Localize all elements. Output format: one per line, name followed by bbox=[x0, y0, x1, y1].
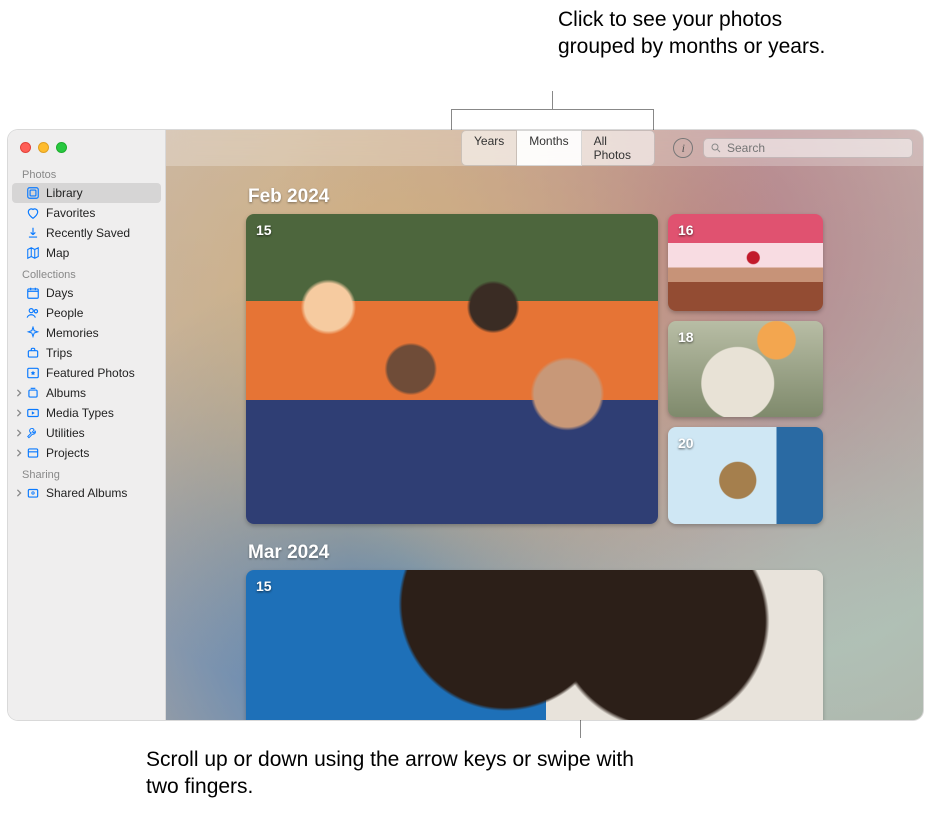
search-icon bbox=[710, 142, 722, 154]
sidebar-item-label: Library bbox=[46, 186, 83, 200]
people-icon bbox=[26, 306, 40, 320]
sidebar-item-label: Days bbox=[46, 286, 73, 300]
sidebar-item-favorites[interactable]: Favorites bbox=[12, 203, 161, 223]
sidebar-item-people[interactable]: People bbox=[12, 303, 161, 323]
segment-months[interactable]: Months bbox=[517, 130, 581, 166]
shared-albums-icon bbox=[26, 486, 40, 500]
sidebar-item-label: Favorites bbox=[46, 206, 95, 220]
toolbar: Years Months All Photos i bbox=[166, 130, 923, 166]
albums-icon bbox=[26, 386, 40, 400]
sidebar-header-sharing: Sharing bbox=[8, 463, 165, 483]
sidebar-item-label: Projects bbox=[46, 446, 89, 460]
sidebar-item-label: Memories bbox=[46, 326, 99, 340]
sidebar-item-label: Utilities bbox=[46, 426, 85, 440]
minimize-button[interactable] bbox=[38, 142, 49, 153]
segment-years[interactable]: Years bbox=[461, 130, 517, 166]
search-field[interactable] bbox=[703, 138, 913, 158]
day-badge: 20 bbox=[678, 435, 694, 451]
sidebar-item-projects[interactable]: Projects bbox=[12, 443, 161, 463]
photos-window: Photos Library Favorites Recently Saved bbox=[8, 130, 923, 720]
sidebar: Photos Library Favorites Recently Saved bbox=[8, 130, 166, 720]
sidebar-item-featured-photos[interactable]: Featured Photos bbox=[12, 363, 161, 383]
segment-all-photos[interactable]: All Photos bbox=[582, 130, 656, 166]
callout-line bbox=[451, 109, 654, 110]
sidebar-item-utilities[interactable]: Utilities bbox=[12, 423, 161, 443]
sidebar-item-media-types[interactable]: Media Types bbox=[12, 403, 161, 423]
sidebar-item-memories[interactable]: Memories bbox=[12, 323, 161, 343]
info-button[interactable]: i bbox=[673, 138, 693, 158]
sidebar-item-label: Recently Saved bbox=[46, 226, 130, 240]
close-button[interactable] bbox=[20, 142, 31, 153]
suitcase-icon bbox=[26, 346, 40, 360]
callout-line bbox=[653, 109, 654, 130]
sidebar-item-days[interactable]: Days bbox=[12, 283, 161, 303]
chevron-right-icon bbox=[14, 388, 24, 398]
main-content: Years Months All Photos i Feb 2024 15 bbox=[166, 130, 923, 720]
download-icon bbox=[26, 226, 40, 240]
sidebar-item-map[interactable]: Map bbox=[12, 243, 161, 263]
month-heading: Feb 2024 bbox=[248, 186, 843, 208]
day-badge: 15 bbox=[256, 578, 272, 594]
sidebar-header-photos: Photos bbox=[8, 163, 165, 183]
sidebar-item-label: Media Types bbox=[46, 406, 114, 420]
sidebar-item-label: Shared Albums bbox=[46, 486, 127, 500]
media-types-icon bbox=[26, 406, 40, 420]
photo-tile[interactable]: 15 bbox=[246, 570, 823, 720]
sidebar-item-trips[interactable]: Trips bbox=[12, 343, 161, 363]
star-rect-icon bbox=[26, 366, 40, 380]
callout-line bbox=[552, 91, 553, 109]
sidebar-item-label: People bbox=[46, 306, 83, 320]
sidebar-item-label: Trips bbox=[46, 346, 72, 360]
search-input[interactable] bbox=[727, 141, 906, 155]
callout-top: Click to see your photos grouped by mont… bbox=[558, 6, 848, 61]
month-heading: Mar 2024 bbox=[248, 542, 843, 564]
sparkle-icon bbox=[26, 326, 40, 340]
map-icon bbox=[26, 246, 40, 260]
day-badge: 15 bbox=[256, 222, 272, 238]
sidebar-item-library[interactable]: Library bbox=[12, 183, 161, 203]
sidebar-item-shared-albums[interactable]: Shared Albums bbox=[12, 483, 161, 503]
wrench-icon bbox=[26, 426, 40, 440]
sidebar-item-albums[interactable]: Albums bbox=[12, 383, 161, 403]
heart-icon bbox=[26, 206, 40, 220]
callout-bottom: Scroll up or down using the arrow keys o… bbox=[146, 746, 646, 801]
calendar-icon bbox=[26, 286, 40, 300]
day-badge: 18 bbox=[678, 329, 694, 345]
library-icon bbox=[26, 186, 40, 200]
window-controls bbox=[8, 136, 165, 163]
callout-line bbox=[451, 109, 452, 130]
sidebar-item-label: Map bbox=[46, 246, 69, 260]
month-grid[interactable]: Feb 2024 15 16 18 20 bbox=[246, 178, 843, 720]
photo-tile[interactable]: 15 bbox=[246, 214, 658, 524]
sidebar-item-label: Featured Photos bbox=[46, 366, 135, 380]
chevron-right-icon bbox=[14, 428, 24, 438]
photo-tile[interactable]: 20 bbox=[668, 427, 823, 524]
chevron-right-icon bbox=[14, 488, 24, 498]
projects-icon bbox=[26, 446, 40, 460]
day-badge: 16 bbox=[678, 222, 694, 238]
chevron-right-icon bbox=[14, 408, 24, 418]
view-segmented-control: Years Months All Photos bbox=[461, 130, 655, 166]
sidebar-item-label: Albums bbox=[46, 386, 86, 400]
sidebar-item-recently-saved[interactable]: Recently Saved bbox=[12, 223, 161, 243]
photo-tile[interactable]: 18 bbox=[668, 321, 823, 418]
chevron-right-icon bbox=[14, 448, 24, 458]
sidebar-header-collections: Collections bbox=[8, 263, 165, 283]
photo-tile[interactable]: 16 bbox=[668, 214, 823, 311]
maximize-button[interactable] bbox=[56, 142, 67, 153]
